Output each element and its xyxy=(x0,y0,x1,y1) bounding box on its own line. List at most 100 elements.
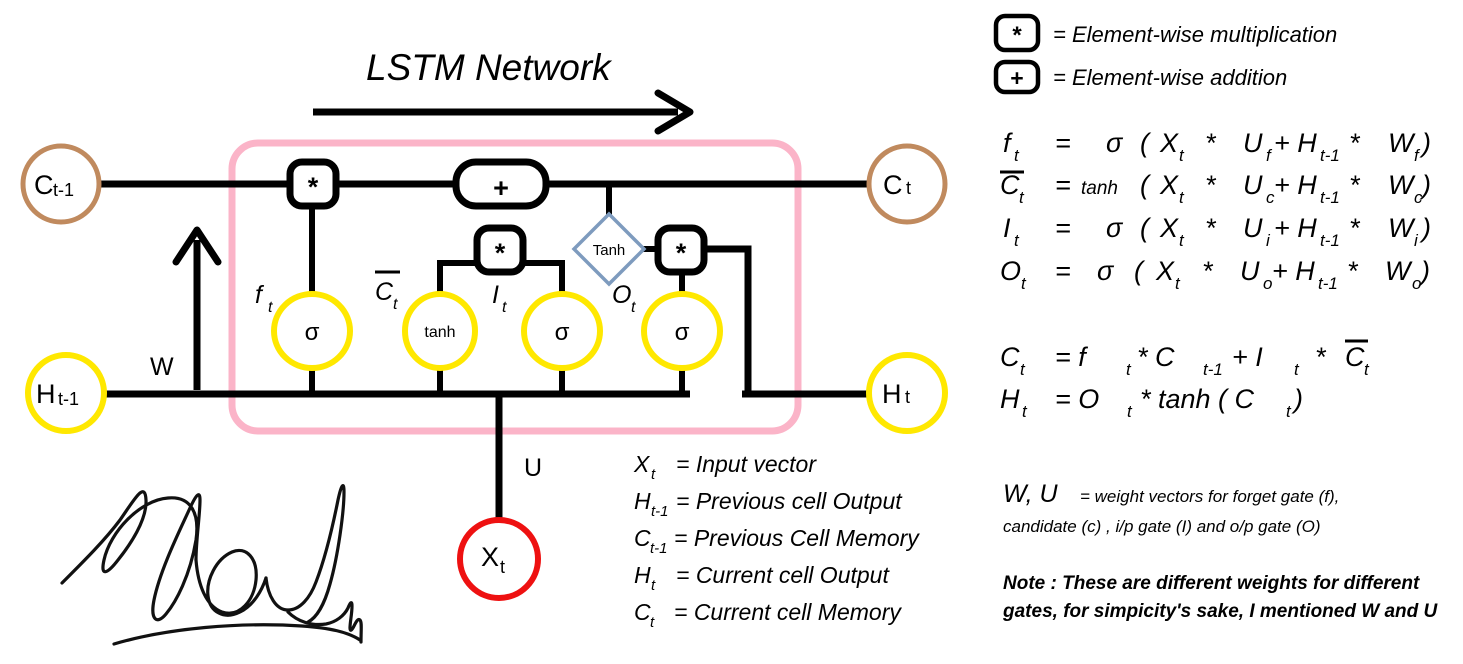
equation-output-star1: * xyxy=(1202,256,1214,286)
equation-forget-eq: = xyxy=(1055,128,1071,158)
gate-output[interactable]: σ xyxy=(641,291,723,371)
equation-forget-u: U xyxy=(1243,128,1263,158)
equation-forget-lhs-sub: t xyxy=(1014,146,1020,165)
equation-candidate-u: U xyxy=(1243,170,1263,200)
equation-cell-state-i-sub: t xyxy=(1294,360,1300,379)
definition-x-sub: t xyxy=(651,466,656,483)
equation-output-u: U xyxy=(1240,256,1260,286)
definition-x-text: = Input vector xyxy=(676,451,817,477)
equation-candidate-x: X xyxy=(1159,170,1179,200)
equation-cell-state-last: C xyxy=(1345,342,1365,372)
footnote-line1: Note : These are different weights for d… xyxy=(1003,573,1420,594)
equation-hidden-state-close: ) xyxy=(1291,384,1303,414)
gate-input[interactable]: σ xyxy=(521,291,603,371)
node-c-prev[interactable]: C t-1 xyxy=(20,143,102,225)
definition-c-prev-base: C xyxy=(634,525,651,551)
equation-input-w: W xyxy=(1388,213,1416,243)
definition-h-out-text: = Current cell Output xyxy=(676,562,890,588)
definition-c-out-text: = Current cell Memory xyxy=(674,599,902,625)
equation-cell-state-lhs-sub: t xyxy=(1020,360,1026,379)
svg-text:(: ( xyxy=(1140,128,1152,158)
node-h-out-sub: t xyxy=(905,387,910,407)
op-state-add[interactable]: + xyxy=(452,158,550,210)
definition-h-out: H t = Current cell Output xyxy=(634,562,890,594)
equation-input-fn: σ xyxy=(1106,213,1124,243)
equation-hidden-state-lhs: H xyxy=(1000,384,1020,414)
equation-output-x: X xyxy=(1155,256,1175,286)
equation-output-fn: σ xyxy=(1097,256,1115,286)
svg-text:(: ( xyxy=(1134,256,1146,286)
tanh-diamond[interactable]: Tanh xyxy=(571,211,647,287)
weight-w-arrow-icon xyxy=(172,226,222,390)
gate-candidate[interactable]: tanh xyxy=(402,291,478,371)
node-c-prev-base: C xyxy=(34,170,54,200)
weight-note-line1: = weight vectors for forget gate (f), xyxy=(1080,487,1339,506)
equation-cell-state-mid: * C xyxy=(1137,342,1175,372)
equation-forget-fn: σ xyxy=(1106,128,1124,158)
weight-note: W, U = weight vectors for forget gate (f… xyxy=(1003,480,1339,536)
node-c-out[interactable]: C t xyxy=(866,143,948,225)
definition-c-prev: C t-1 = Previous Cell Memory xyxy=(634,525,920,557)
equation-candidate-star2: * xyxy=(1349,170,1361,200)
equation-hidden-state-mid: * tanh ( C xyxy=(1140,384,1255,414)
svg-text:(: ( xyxy=(1140,213,1152,243)
legend-multiplication: * = Element-wise multiplication xyxy=(993,13,1337,53)
equation-forget-star1: * xyxy=(1205,128,1217,158)
legend-multiplication-symbol: * xyxy=(1012,22,1022,49)
equation-output-h-sub: t-1 xyxy=(1318,274,1338,293)
footnote-line2: gates, for simpicity's sake, I mentioned… xyxy=(1002,601,1439,622)
gate-label-it: I t xyxy=(492,281,507,316)
equation-cell-state-last-sub: t xyxy=(1364,360,1370,379)
equation-input-lhs-sub: t xyxy=(1014,231,1020,250)
equation-hidden-state-o-sub: t xyxy=(1127,402,1133,421)
definition-c-out-base: C xyxy=(634,599,651,625)
definition-h-prev-text: = Previous cell Output xyxy=(676,488,903,514)
op-state-add-glyph: + xyxy=(493,173,509,203)
equation-input-w-sub: i xyxy=(1414,231,1419,250)
gate-forget-glyph: σ xyxy=(305,319,320,346)
op-candidate-multiply[interactable]: * xyxy=(473,224,527,276)
equation-candidate-star1: * xyxy=(1205,170,1217,200)
node-h-out[interactable]: H t xyxy=(866,352,948,434)
equation-hidden-state: H t = O t * tanh ( C t ) xyxy=(1000,384,1303,421)
equation-candidate-x-sub: t xyxy=(1179,188,1185,207)
gate-label-ctilde: C t xyxy=(375,270,400,313)
definition-x: X t = Input vector xyxy=(633,451,817,483)
page-title: LSTM Network xyxy=(366,47,613,88)
equation-input-star2: * xyxy=(1349,213,1361,243)
equation-input-u: U xyxy=(1243,213,1263,243)
legend-addition: + = Element-wise addition xyxy=(993,59,1287,95)
legend-multiplication-text: = Element-wise multiplication xyxy=(1053,22,1337,47)
equation-forget-w: W xyxy=(1388,128,1416,158)
equation-input-u-sub: i xyxy=(1266,231,1271,250)
definition-h-prev-sub: t-1 xyxy=(651,503,669,520)
equation-forget-plus-h: + H xyxy=(1274,128,1317,158)
definition-c-prev-text: = Previous Cell Memory xyxy=(674,525,920,551)
node-c-out-sub: t xyxy=(906,178,911,198)
gate-label-ot-sub: t xyxy=(631,299,636,316)
weight-u-label: U xyxy=(524,454,542,482)
equation-input-h-sub: t-1 xyxy=(1320,231,1340,250)
node-x-in-sub: t xyxy=(500,557,505,577)
gate-label-ot-base: O xyxy=(612,281,631,309)
gate-forget[interactable]: σ xyxy=(271,291,353,371)
equation-input-x: X xyxy=(1159,213,1179,243)
node-x-in[interactable]: X t xyxy=(457,517,541,601)
definition-x-base: X xyxy=(633,451,651,477)
weight-note-heading: W, U xyxy=(1003,480,1059,508)
equation-forget-u-sub: f xyxy=(1266,146,1273,165)
node-h-prev-sub: t-1 xyxy=(58,389,79,409)
equation-candidate-h-sub: t-1 xyxy=(1320,188,1340,207)
op-forget-multiply[interactable]: * xyxy=(286,158,340,210)
definition-h-prev-base: H xyxy=(634,488,651,514)
gate-label-it-sub: t xyxy=(502,299,507,316)
op-output-multiply[interactable]: * xyxy=(654,224,708,276)
equation-hidden-state-lhs-sub: t xyxy=(1022,402,1028,421)
legend-addition-text: = Element-wise addition xyxy=(1053,65,1287,90)
gate-label-ft-base: f xyxy=(255,281,265,309)
gate-output-glyph: σ xyxy=(675,319,690,346)
equation-forget-h-sub: t-1 xyxy=(1320,146,1340,165)
equation-hidden-state-c-sub: t xyxy=(1286,402,1292,421)
equation-forget-x-sub: t xyxy=(1179,146,1185,165)
node-h-prev[interactable]: H t-1 xyxy=(25,352,107,434)
